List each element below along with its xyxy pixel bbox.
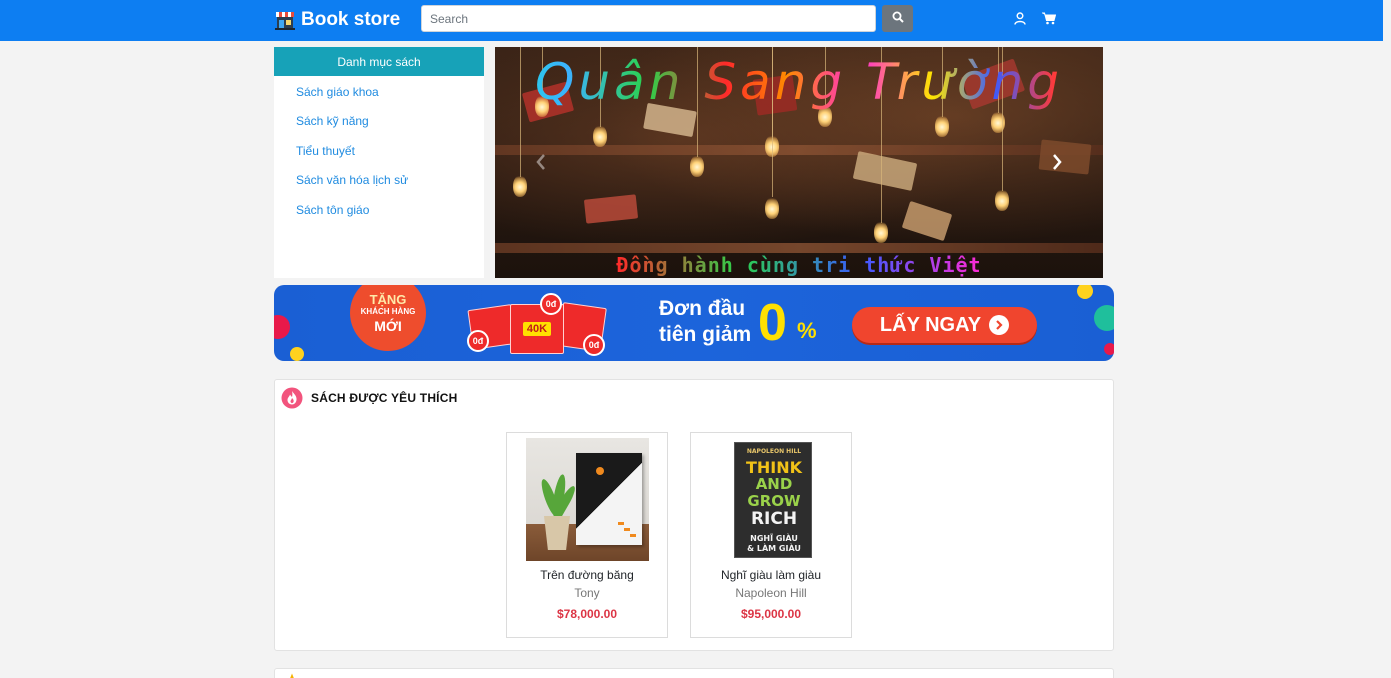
bulb — [513, 175, 527, 197]
carousel-book — [583, 194, 639, 224]
cover-title-line: RICH — [750, 509, 798, 529]
category-skills[interactable]: Sách kỹ năng — [274, 107, 484, 137]
store-icon — [275, 9, 295, 31]
search-button[interactable] — [882, 5, 913, 32]
bulb — [995, 189, 1009, 211]
cover-stripe — [624, 528, 630, 531]
cover-title-line: GROW — [747, 492, 801, 510]
search-icon — [892, 11, 904, 26]
badge-line3: MỚI — [374, 317, 402, 334]
cover-title-line: AND — [755, 475, 793, 493]
product-author: Tony — [574, 586, 600, 600]
navbar: Book store — [0, 0, 1383, 41]
category-list: Sách giáo khoa Sách kỹ năng Tiểu thuyết … — [274, 76, 484, 225]
bulb — [690, 155, 704, 177]
user-icon[interactable] — [1013, 11, 1027, 25]
carousel-shelf — [495, 145, 1103, 155]
bulb — [765, 197, 779, 219]
cover-title-line: THINK — [745, 458, 803, 477]
sidebar-title: Danh mục sách — [274, 47, 484, 76]
voucher-zero: 0đ — [467, 330, 489, 352]
category-sidebar: Danh mục sách Sách giáo khoa Sách kỹ năn… — [274, 47, 484, 278]
cover-stripe — [630, 534, 636, 537]
brand[interactable]: Book store — [275, 7, 400, 33]
get-now-button[interactable]: LẤY NGAY — [852, 307, 1037, 343]
badge-line1: TẶNG — [369, 291, 407, 307]
carousel-next-button[interactable] — [1048, 152, 1066, 174]
cart-icon[interactable] — [1042, 11, 1056, 25]
carousel-title: Quân Sang Trường — [495, 47, 1103, 117]
carousel-book — [901, 200, 953, 242]
promo-headline-line2: tiên giảm — [659, 323, 752, 346]
book-front: NAPOLEON HILL THINK AND GROW RICH NGHĨ G… — [734, 442, 812, 558]
product-author: Napoleon Hill — [735, 586, 807, 600]
favorite-books-section: SÁCH ĐƯỢC YÊU THÍCH Trên đường băng Tony… — [274, 379, 1114, 651]
next-section — [274, 668, 1114, 678]
search-input[interactable] — [421, 5, 876, 32]
product-name[interactable]: Trên đường băng — [507, 568, 667, 582]
voucher-zero: 0đ — [540, 293, 562, 315]
product-price: $95,000.00 — [740, 607, 802, 621]
bulb — [593, 125, 607, 147]
cover-vn-title: NGHĨ GIÀU — [750, 534, 798, 543]
voucher-amount: 40K — [522, 322, 552, 336]
promo-value: 0 — [758, 294, 787, 352]
section-header: SÁCH ĐƯỢC YÊU THÍCH — [281, 387, 457, 409]
bulb — [874, 221, 888, 243]
product-name[interactable]: Nghĩ giàu làm giàu — [691, 568, 851, 582]
carousel-shelf — [495, 243, 1103, 253]
arrow-right-icon — [989, 315, 1010, 335]
cover-stripe — [618, 522, 624, 525]
cover-vn-title: & LÀM GIÀU — [747, 544, 801, 553]
plant-pot — [544, 516, 570, 550]
decor-dot — [1094, 305, 1114, 331]
promo-banner[interactable]: TẶNG KHÁCH HÀNG MỚI 40K 0đ 0đ 0đ Đơn đầu… — [274, 285, 1114, 361]
brand-name: Book store — [301, 9, 401, 30]
category-textbooks[interactable]: Sách giáo khoa — [274, 77, 484, 107]
book-front — [576, 453, 642, 545]
fire-icon — [281, 387, 303, 409]
category-culture-history[interactable]: Sách văn hóa lịch sử — [274, 166, 484, 196]
book-cover-image — [526, 438, 649, 561]
badge-line2: KHÁCH HÀNG — [360, 307, 416, 317]
decor-dot — [290, 347, 304, 361]
product-cover[interactable]: NAPOLEON HILL THINK AND GROW RICH NGHĨ G… — [710, 438, 833, 561]
category-religion[interactable]: Sách tôn giáo — [274, 195, 484, 225]
decor-dot — [274, 315, 290, 339]
voucher-zero: 0đ — [583, 334, 605, 356]
product-price: $78,000.00 — [556, 607, 618, 621]
hero-carousel: Quân Sang Trường Đồng hành cùng tri thức… — [495, 47, 1103, 278]
carousel-book — [852, 151, 918, 191]
section-title: SÁCH ĐƯỢC YÊU THÍCH — [311, 391, 458, 405]
promo-unit: % — [797, 318, 817, 343]
promo-headline: Đơn đầu tiên giảm — [659, 296, 751, 348]
carousel-subtitle: Đồng hành cùng tri thức Việt — [495, 253, 1103, 277]
cover-sun — [596, 467, 604, 475]
carousel-prev-button[interactable] — [532, 152, 550, 174]
promo-headline-line1: Đơn đầu — [659, 297, 746, 320]
cta-label: LẤY NGAY — [879, 313, 982, 336]
chevron-left-icon — [536, 153, 546, 173]
chevron-right-icon — [1052, 153, 1062, 173]
decor-dot — [1104, 343, 1114, 355]
star-icon — [285, 673, 299, 678]
product-card[interactable]: Trên đường băng Tony $78,000.00 — [506, 432, 668, 638]
book-cover-image: NAPOLEON HILL THINK AND GROW RICH NGHĨ G… — [710, 438, 833, 561]
bulb — [935, 115, 949, 137]
product-cover[interactable] — [526, 438, 649, 561]
new-customer-badge: TẶNG KHÁCH HÀNG MỚI — [350, 285, 426, 351]
cover-author: NAPOLEON HILL — [746, 448, 802, 455]
product-card[interactable]: NAPOLEON HILL THINK AND GROW RICH NGHĨ G… — [690, 432, 852, 638]
decor-dot — [1077, 285, 1093, 299]
category-novels[interactable]: Tiểu thuyết — [274, 136, 484, 166]
